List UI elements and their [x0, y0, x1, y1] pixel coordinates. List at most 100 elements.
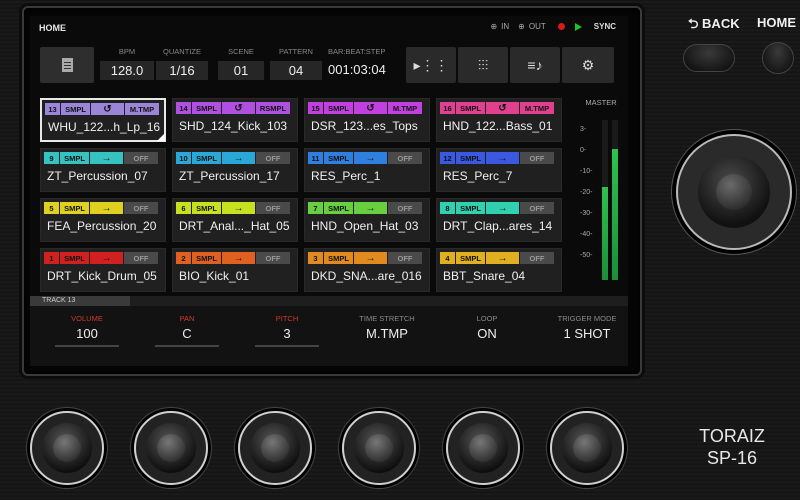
midi-in-icon: ⊕ — [490, 22, 498, 31]
knob-cap — [469, 434, 497, 462]
scene-field[interactable]: SCENE 01 — [218, 47, 264, 83]
bpm-field[interactable]: BPM 128.0 — [100, 47, 154, 83]
pad-mode-badge: → — [90, 202, 123, 214]
param-label: LOOP — [476, 314, 498, 323]
meter-scale-tick: -50- — [580, 252, 593, 259]
document-icon — [61, 58, 73, 72]
pad-sample-name: ZT_Percussion_17 — [179, 169, 280, 183]
pad-mode-badge: ↺ — [222, 102, 255, 114]
pad-sample-name: RES_Perc_7 — [443, 169, 513, 183]
knob-pitch[interactable] — [238, 411, 312, 485]
quantize-field[interactable]: QUANTIZE 1/16 — [156, 47, 208, 83]
pad-10[interactable]: 10 SMPL → OFF ZT_Percussion_17 — [172, 148, 298, 192]
back-label-text: BACK — [702, 16, 740, 31]
pad-mode-badge: → — [222, 152, 255, 164]
settings-button[interactable]: ⚙ — [562, 47, 614, 83]
pad-number: 7 — [308, 202, 323, 214]
pad-sample-name: HND_122...Bass_01 — [443, 119, 553, 133]
param-time-stretch[interactable]: TIME STRETCH M.TMP — [342, 314, 432, 341]
brand-name: TORAIZ — [699, 426, 765, 446]
meter-scale-tick: -30- — [580, 210, 593, 217]
sequence-icon: ▸⋮⋮ — [413, 56, 449, 73]
pad-number: 2 — [176, 252, 191, 264]
pad-number: 9 — [44, 152, 59, 164]
status-area: ⊕ IN ⊕ OUT SYNC — [490, 22, 616, 31]
pad-header: 8 SMPL → OFF — [440, 202, 558, 214]
pad-sample-name: ZT_Percussion_07 — [47, 169, 148, 183]
mixer-icon: ⫶⫶⫶ — [477, 56, 489, 73]
knob-trigger-mode[interactable] — [550, 411, 624, 485]
pad-sample-name: DSR_123...es_Tops — [311, 119, 418, 133]
param-indicator-line — [155, 345, 219, 347]
master-meter: MASTER 3- 0- -10- -20- -30- -40- -50- — [576, 98, 626, 298]
gear-icon: ⚙ — [581, 56, 595, 73]
pattern-field[interactable]: PATTERN 04 — [270, 47, 322, 83]
pad-mode-badge: → — [354, 152, 387, 164]
pad-type-badge: SMPL — [192, 102, 221, 114]
knob-inner — [458, 423, 508, 473]
pad-number: 4 — [440, 252, 455, 264]
file-menu-button[interactable] — [40, 47, 94, 83]
jog-dial-cap — [716, 174, 752, 210]
pad-header: 15 SMPL ↺ M.TMP — [308, 102, 426, 114]
sequence-button[interactable]: ▸⋮⋮ — [406, 47, 456, 83]
pad-header: 16 SMPL ↺ M.TMP — [440, 102, 558, 114]
param-value: C — [182, 326, 192, 341]
pad-mode-badge: → — [486, 202, 519, 214]
pad-9[interactable]: 9 SMPL → OFF ZT_Percussion_07 — [40, 148, 166, 192]
pad-11[interactable]: 11 SMPL → OFF RES_Perc_1 — [304, 148, 430, 192]
pad-14[interactable]: 14 SMPL ↺ RSMPL SHD_124_Kick_103 — [172, 98, 298, 142]
jog-dial[interactable] — [676, 134, 792, 250]
pad-1[interactable]: 1 SMPL → OFF DRT_Kick_Drum_05 — [40, 248, 166, 292]
pad-8[interactable]: 8 SMPL → OFF DRT_Clap...ares_14 — [436, 198, 562, 242]
param-value: 1 SHOT — [563, 326, 611, 341]
browse-button[interactable]: ≡♪ — [510, 47, 560, 83]
quantize-label: QUANTIZE — [163, 47, 201, 56]
knob-time-stretch[interactable] — [342, 411, 416, 485]
pad-3[interactable]: 3 SMPL → OFF DKD_SNA...are_016 — [304, 248, 430, 292]
knob-inner — [250, 423, 300, 473]
param-label: TIME STRETCH — [359, 314, 415, 323]
pad-6[interactable]: 6 SMPL → OFF DRT_Anal..._Hat_05 — [172, 198, 298, 242]
pad-trigger-badge: OFF — [124, 202, 158, 214]
param-volume[interactable]: VOLUME 100 — [42, 314, 132, 347]
pad-sample-name: DRT_Anal..._Hat_05 — [179, 219, 290, 233]
pad-number: 11 — [308, 152, 323, 164]
knob-volume[interactable] — [30, 411, 104, 485]
mixer-button[interactable]: ⫶⫶⫶ — [458, 47, 508, 83]
pad-4[interactable]: 4 SMPL → OFF BBT_Snare_04 — [436, 248, 562, 292]
pad-mode-badge: → — [90, 252, 123, 264]
pad-7[interactable]: 7 SMPL → OFF HND_Open_Hat_03 — [304, 198, 430, 242]
pattern-value: 04 — [270, 61, 322, 80]
screen-title: HOME — [39, 23, 66, 33]
param-loop[interactable]: LOOP ON — [442, 314, 532, 341]
pad-trigger-badge: M.TMP — [125, 103, 159, 115]
pad-sample-name: BBT_Snare_04 — [443, 269, 526, 283]
pad-5[interactable]: 5 SMPL → OFF FEA_Percussion_20 — [40, 198, 166, 242]
home-button[interactable] — [762, 42, 794, 74]
pad-12[interactable]: 12 SMPL → OFF RES_Perc_7 — [436, 148, 562, 192]
pad-16[interactable]: 16 SMPL ↺ M.TMP HND_122...Bass_01 — [436, 98, 562, 142]
param-trigger-mode[interactable]: TRIGGER MODE 1 SHOT — [542, 314, 628, 341]
top-bar: HOME ⊕ IN ⊕ OUT SYNC — [30, 16, 628, 38]
knob-pan[interactable] — [134, 411, 208, 485]
knob-loop[interactable] — [446, 411, 520, 485]
pad-type-badge: SMPL — [456, 202, 485, 214]
pad-header: 9 SMPL → OFF — [44, 152, 162, 164]
pad-sample-name: RES_Perc_1 — [311, 169, 381, 183]
pad-sample-name: SHD_124_Kick_103 — [179, 119, 288, 133]
meter-scale: 3- 0- -10- -20- -30- -40- -50- — [580, 116, 592, 273]
pad-sample-name: WHU_122...h_Lp_16 — [48, 120, 161, 134]
param-pitch[interactable]: PITCH 3 — [242, 314, 332, 347]
pad-13[interactable]: 13 SMPL ↺ M.TMP WHU_122...h_Lp_16 — [40, 98, 166, 142]
pad-mode-badge: ↺ — [91, 103, 124, 115]
pad-header: 7 SMPL → OFF — [308, 202, 426, 214]
pad-2[interactable]: 2 SMPL → OFF BIO_Kick_01 — [172, 248, 298, 292]
pad-15[interactable]: 15 SMPL ↺ M.TMP DSR_123...es_Tops — [304, 98, 430, 142]
param-pan[interactable]: PAN C — [142, 314, 232, 347]
pad-header: 4 SMPL → OFF — [440, 252, 558, 264]
jog-dial-inner — [698, 156, 770, 228]
back-button[interactable] — [683, 44, 735, 72]
pad-mode-badge: ↺ — [486, 102, 519, 114]
knob-inner — [354, 423, 404, 473]
